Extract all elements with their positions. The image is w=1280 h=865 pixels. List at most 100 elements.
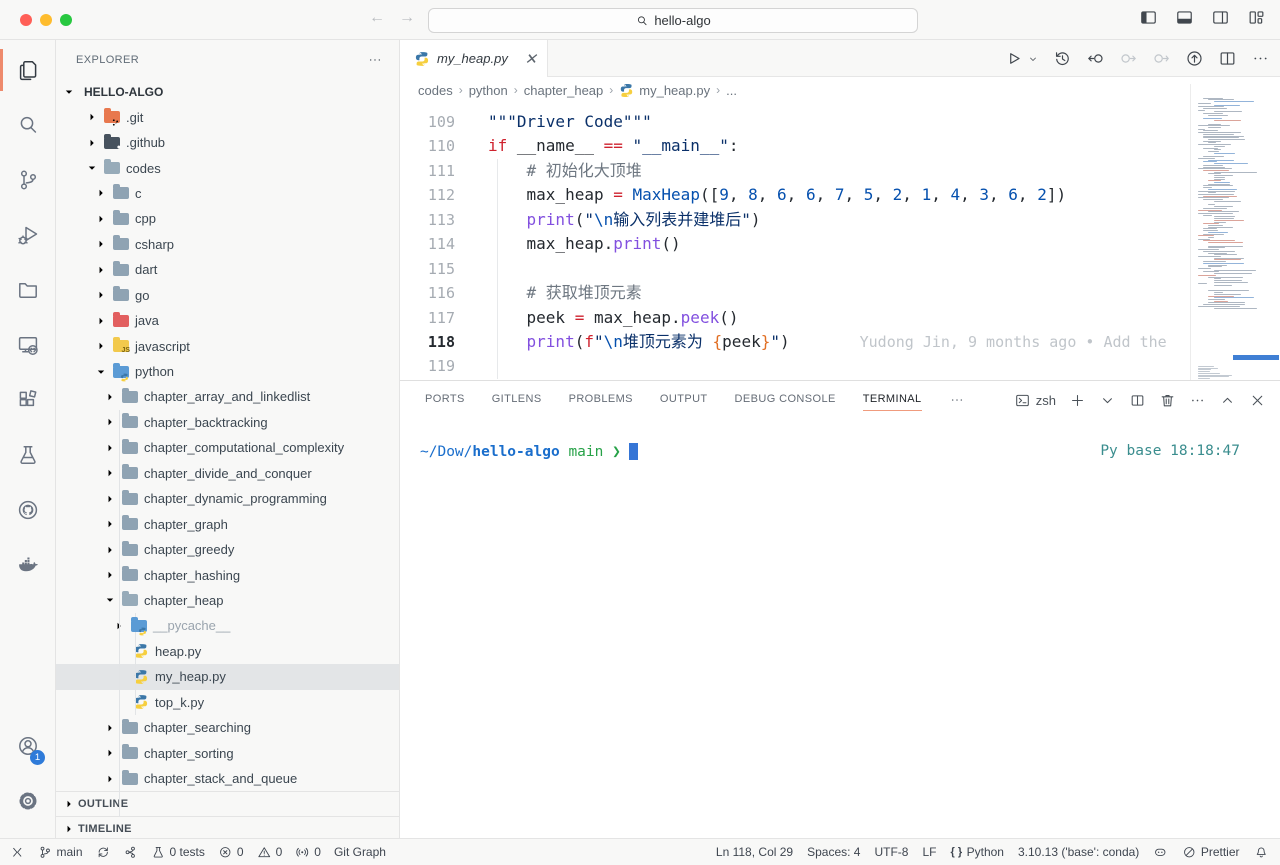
close-window-button[interactable] <box>20 14 32 26</box>
more-icon[interactable] <box>949 392 965 408</box>
activity-item-source-control[interactable] <box>0 156 56 204</box>
next-change-icon[interactable] <box>1152 49 1171 68</box>
activity-item-folder[interactable] <box>0 266 56 314</box>
more-icon[interactable] <box>1251 49 1270 68</box>
tree-item-heap-py[interactable]: heap.py <box>56 639 399 664</box>
layout-panel-icon[interactable] <box>1175 8 1194 27</box>
activity-item-github[interactable] <box>0 486 56 534</box>
split-sm-icon[interactable] <box>1129 392 1146 409</box>
tree-item-chapter-divide-and-conquer[interactable]: chapter_divide_and_conquer <box>56 461 399 486</box>
tree-item-chapter-computational-complexity[interactable]: chapter_computational_complexity <box>56 435 399 460</box>
code-line-110[interactable]: 110if __name__ == "__main__": <box>400 134 1190 158</box>
status-item-prettier[interactable]: Prettier <box>1182 845 1240 860</box>
layout-sidebar-left-icon[interactable] <box>1139 8 1158 27</box>
status-item-3-10-13-base-conda-[interactable]: 3.10.13 ('base': conda) <box>1018 845 1139 859</box>
zoom-window-button[interactable] <box>60 14 72 26</box>
code-line-118[interactable]: 118 print(f"\n堆顶元素为 {peek}")Yudong Jin, … <box>400 330 1190 354</box>
trash-icon[interactable] <box>1159 392 1176 409</box>
tree-item-cpp[interactable]: cpp <box>56 206 399 231</box>
tree-item-chapter-backtracking[interactable]: chapter_backtracking <box>56 410 399 435</box>
open-changes-icon[interactable] <box>1086 49 1105 68</box>
tree-item-csharp[interactable]: csharp <box>56 232 399 257</box>
tree-item-chapter-graph[interactable]: chapter_graph <box>56 511 399 536</box>
layout-customize-icon[interactable] <box>1247 8 1266 27</box>
tree-item-python[interactable]: python <box>56 359 399 384</box>
activity-item-search[interactable] <box>0 101 56 149</box>
nav-back-icon[interactable]: ← <box>366 9 388 27</box>
tree-item-chapter-stack-and-queue[interactable]: chapter_stack_and_queue <box>56 766 399 791</box>
close-icon[interactable] <box>1249 392 1266 409</box>
status-item-0[interactable]: 0 <box>257 845 283 860</box>
tree-item-chapter-searching[interactable]: chapter_searching <box>56 715 399 740</box>
chevron-up-icon[interactable] <box>1219 392 1236 409</box>
tree-item-c[interactable]: c <box>56 181 399 206</box>
status-item-git-graph[interactable]: Git Graph <box>334 845 386 859</box>
tab-my-heap[interactable]: my_heap.py ✕ <box>400 40 548 77</box>
tree-item-chapter-hashing[interactable]: chapter_hashing <box>56 562 399 587</box>
status-item-0[interactable]: 0 <box>295 845 321 860</box>
tree-root[interactable]: HELLO-ALGO <box>56 79 399 104</box>
tree-item--pycache-[interactable]: __pycache__ <box>56 613 399 638</box>
layout-sidebar-right-icon[interactable] <box>1211 8 1230 27</box>
tree-item-chapter-sorting[interactable]: chapter_sorting <box>56 740 399 765</box>
tree-item-chapter-array-and-linkedlist[interactable]: chapter_array_and_linkedlist <box>56 384 399 409</box>
settings-button[interactable] <box>0 777 56 825</box>
code-line-114[interactable]: 114 max_heap.print() <box>400 232 1190 256</box>
accounts-button[interactable]: 1 <box>0 722 56 770</box>
tree-item-my-heap-py[interactable]: my_heap.py <box>56 664 399 689</box>
status-item-lf[interactable]: LF <box>922 845 936 859</box>
tree-item-javascript[interactable]: JSjavascript <box>56 333 399 358</box>
sidebar-section-timeline[interactable]: TIMELINE <box>56 816 399 838</box>
panel-tab-output[interactable]: OUTPUT <box>660 389 708 411</box>
status-item-ln-118-col-29[interactable]: Ln 118, Col 29 <box>716 845 793 859</box>
status-item-sync[interactable] <box>96 845 111 860</box>
panel-tab-problems[interactable]: PROBLEMS <box>569 389 633 411</box>
status-item-0-tests[interactable]: 0 tests <box>151 845 205 860</box>
tree-item-top-k-py[interactable]: top_k.py <box>56 690 399 715</box>
plus-icon[interactable] <box>1069 392 1086 409</box>
status-item-remote[interactable] <box>10 845 25 860</box>
status-item-0[interactable]: 0 <box>218 845 244 860</box>
activity-item-remote-explorer[interactable] <box>0 321 56 369</box>
tree-item-chapter-heap[interactable]: chapter_heap <box>56 588 399 613</box>
chevron-down-small-icon[interactable] <box>1027 53 1039 65</box>
status-item-utf-8[interactable]: UTF-8 <box>874 845 908 859</box>
status-item-bell[interactable] <box>1254 845 1269 860</box>
tree-item-go[interactable]: go <box>56 283 399 308</box>
nav-forward-icon[interactable]: → <box>396 9 418 27</box>
tree-item-chapter-greedy[interactable]: chapter_greedy <box>56 537 399 562</box>
tree-item-chapter-dynamic-programming[interactable]: chapter_dynamic_programming <box>56 486 399 511</box>
minimize-window-button[interactable] <box>40 14 52 26</box>
code-line-117[interactable]: 117 peek = max_heap.peek() <box>400 306 1190 330</box>
code-line-115[interactable]: 115 <box>400 257 1190 281</box>
activity-item-extensions[interactable] <box>0 376 56 424</box>
status-item-python[interactable]: { }Python <box>950 845 1003 859</box>
run-icon[interactable] <box>1004 49 1023 68</box>
views-more-icon[interactable] <box>367 52 383 68</box>
panel-tab-debug-console[interactable]: DEBUG CONSOLE <box>735 389 836 411</box>
breadcrumb-item[interactable]: chapter_heap <box>524 83 604 98</box>
breadcrumb-item[interactable]: ... <box>726 83 737 98</box>
breadcrumb-item[interactable]: python <box>469 83 508 98</box>
status-item-spaces-4[interactable]: Spaces: 4 <box>807 845 860 859</box>
code-line-113[interactable]: 113 print("\n输入列表并建堆后") <box>400 208 1190 232</box>
prev-change-icon[interactable] <box>1119 49 1138 68</box>
minimap[interactable] <box>1190 84 1280 380</box>
panel-tab-terminal[interactable]: TERMINAL <box>863 389 922 411</box>
tree-item-codes[interactable]: codes <box>56 155 399 180</box>
panel-tab-ports[interactable]: PORTS <box>425 389 465 411</box>
close-tab-icon[interactable]: ✕ <box>524 50 537 68</box>
activity-item-testing[interactable] <box>0 431 56 479</box>
status-item-gitlens[interactable] <box>123 845 138 860</box>
panel-tab-gitlens[interactable]: GITLENS <box>492 389 542 411</box>
tree-item-dart[interactable]: dart <box>56 257 399 282</box>
tree-item--github[interactable]: ●.github <box>56 130 399 155</box>
split-editor-icon[interactable] <box>1218 49 1237 68</box>
code-line-112[interactable]: 112 max_heap = MaxHeap([9, 8, 6, 6, 7, 5… <box>400 183 1190 207</box>
tree-item-java[interactable]: java <box>56 308 399 333</box>
code-line-109[interactable]: 109"""Driver Code""" <box>400 110 1190 134</box>
status-item-main[interactable]: main <box>38 845 83 860</box>
activity-item-files[interactable] <box>0 46 56 94</box>
code-line-116[interactable]: 116 # 获取堆顶元素 <box>400 281 1190 305</box>
activity-item-docker[interactable] <box>0 541 56 589</box>
